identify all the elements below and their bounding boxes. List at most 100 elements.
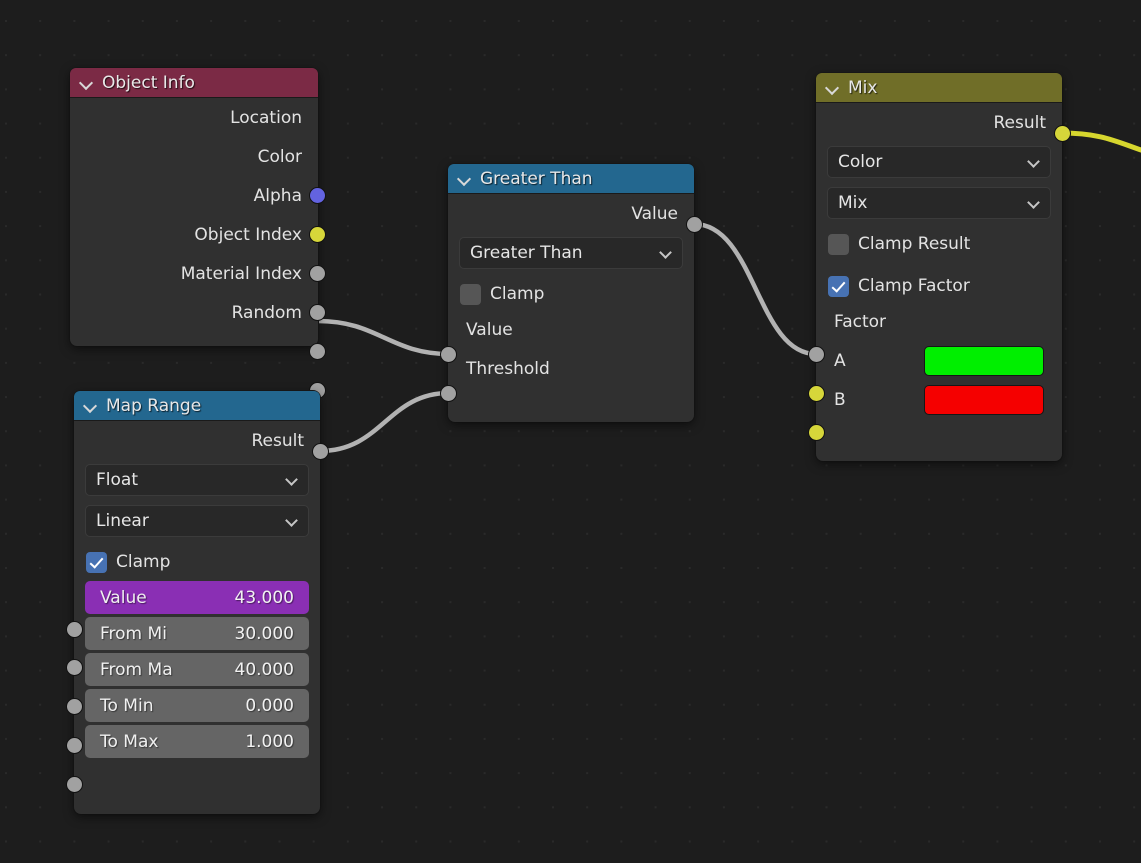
output-row-value[interactable]: Value — [448, 194, 694, 233]
socket-output-material-index[interactable] — [309, 343, 326, 360]
socket-output-color[interactable] — [309, 226, 326, 243]
socket-output-result[interactable] — [1054, 125, 1071, 142]
link-result-to-threshold — [317, 390, 452, 454]
socket-output-object-index[interactable] — [309, 304, 326, 321]
greater-than-clamp-row[interactable]: Clamp — [448, 278, 694, 310]
socket-input-a[interactable] — [808, 385, 825, 402]
field-label: To Max — [100, 731, 159, 752]
map-range-interpolation-dropdown[interactable]: Linear — [85, 505, 309, 537]
output-label: Value — [631, 203, 678, 224]
checkbox-label: Clamp Result — [858, 234, 971, 254]
input-label: Value — [466, 319, 513, 340]
field-number: 43.000 — [234, 587, 294, 608]
chevron-down-icon — [285, 516, 298, 526]
output-label: Color — [257, 146, 302, 167]
chevron-down-icon[interactable] — [458, 172, 471, 185]
checkbox-unchecked-icon[interactable] — [460, 283, 481, 305]
output-label: Object Index — [194, 224, 302, 245]
chevron-down-icon — [1027, 198, 1040, 208]
field-number: 30.000 — [234, 623, 294, 644]
map-range-clamp-row[interactable]: Clamp — [74, 546, 320, 578]
node-title: Greater Than — [480, 168, 593, 189]
node-greater-than[interactable]: Greater Than Value Greater Than Clamp Va… — [440, 164, 703, 422]
map-range-data-type-dropdown[interactable]: Float — [85, 464, 309, 496]
checkbox-checked-icon[interactable] — [828, 275, 849, 297]
output-label: Random — [231, 302, 302, 323]
input-row-threshold[interactable]: Threshold — [448, 349, 694, 388]
field-from-max[interactable]: From Ma 40.000 — [85, 653, 309, 686]
socket-input-from-max[interactable] — [66, 698, 83, 715]
output-row-random[interactable]: Random — [70, 293, 318, 332]
socket-input-value[interactable] — [66, 621, 83, 638]
checkbox-label: Clamp Factor — [858, 276, 970, 296]
field-number: 40.000 — [234, 659, 294, 680]
socket-output-location[interactable] — [309, 187, 326, 204]
socket-output-value[interactable] — [686, 216, 703, 233]
node-object-info[interactable]: Object Info Location Color Alpha Object … — [70, 68, 326, 399]
checkbox-label: Clamp — [116, 552, 171, 572]
input-row-a[interactable]: A — [816, 341, 1062, 380]
input-label: Factor — [834, 311, 887, 332]
output-label: Result — [251, 430, 304, 451]
dropdown-value: Color — [838, 152, 883, 172]
socket-input-threshold[interactable] — [440, 385, 457, 402]
socket-input-to-max[interactable] — [66, 776, 83, 793]
socket-input-factor[interactable] — [808, 346, 825, 363]
input-label: Threshold — [466, 358, 550, 379]
node-mix[interactable]: Mix Result Color Mix Clamp Result Clamp … — [808, 73, 1071, 461]
socket-input-value[interactable] — [440, 346, 457, 363]
input-row-b[interactable]: B — [816, 380, 1062, 419]
output-label: Alpha — [253, 185, 302, 206]
chevron-down-icon[interactable] — [84, 399, 97, 412]
output-row-material-index[interactable]: Material Index — [70, 254, 318, 293]
color-swatch-b[interactable] — [924, 384, 1044, 415]
node-map-range[interactable]: Map Range Result Float Linear Clamp Valu… — [66, 391, 329, 814]
socket-input-from-min[interactable] — [66, 659, 83, 676]
object-info-header[interactable]: Object Info — [70, 68, 318, 98]
chevron-down-icon — [659, 248, 672, 258]
object-info-body: Location Color Alpha Object Index Materi… — [70, 98, 318, 342]
output-row-alpha[interactable]: Alpha — [70, 176, 318, 215]
chevron-down-icon[interactable] — [80, 76, 93, 89]
output-row-location[interactable]: Location — [70, 98, 318, 137]
output-label: Location — [230, 107, 302, 128]
mix-clamp-result-row[interactable]: Clamp Result — [816, 228, 1062, 260]
dropdown-value: Mix — [838, 193, 868, 213]
input-row-factor[interactable]: Factor — [816, 302, 1062, 341]
output-row-result[interactable]: Result — [816, 103, 1062, 142]
field-label: Value — [100, 587, 147, 608]
mix-data-type-dropdown[interactable]: Color — [827, 146, 1051, 178]
checkbox-checked-icon[interactable] — [86, 551, 107, 573]
field-value[interactable]: Value 43.000 — [85, 581, 309, 614]
checkbox-unchecked-icon[interactable] — [828, 233, 849, 255]
color-swatch-a[interactable] — [924, 345, 1044, 376]
chevron-down-icon — [285, 475, 298, 485]
socket-input-b[interactable] — [808, 424, 825, 441]
output-row-color[interactable]: Color — [70, 137, 318, 176]
output-row-object-index[interactable]: Object Index — [70, 215, 318, 254]
mix-header[interactable]: Mix — [816, 73, 1062, 103]
field-label: To Min — [100, 695, 154, 716]
input-row-value[interactable]: Value — [448, 310, 694, 349]
greater-than-header[interactable]: Greater Than — [448, 164, 694, 194]
greater-than-operation-dropdown[interactable]: Greater Than — [459, 237, 683, 269]
mix-blend-mode-dropdown[interactable]: Mix — [827, 187, 1051, 219]
checkbox-label: Clamp — [490, 284, 545, 304]
dropdown-value: Float — [96, 470, 138, 490]
socket-output-alpha[interactable] — [309, 265, 326, 282]
socket-input-to-min[interactable] — [66, 737, 83, 754]
map-range-header[interactable]: Map Range — [74, 391, 320, 421]
output-row-result[interactable]: Result — [74, 421, 320, 460]
link-mix-result-out — [1058, 130, 1141, 153]
field-to-max[interactable]: To Max 1.000 — [85, 725, 309, 758]
link-random-to-value — [315, 318, 452, 357]
greater-than-body: Value Greater Than Clamp Value Threshold — [448, 194, 694, 398]
chevron-down-icon — [1027, 157, 1040, 167]
mix-clamp-factor-row[interactable]: Clamp Factor — [816, 270, 1062, 302]
chevron-down-icon[interactable] — [826, 81, 839, 94]
socket-output-result[interactable] — [312, 443, 329, 460]
node-editor-canvas[interactable]: Object Info Location Color Alpha Object … — [0, 0, 1141, 863]
node-title: Map Range — [106, 395, 202, 416]
field-from-min[interactable]: From Mi 30.000 — [85, 617, 309, 650]
field-to-min[interactable]: To Min 0.000 — [85, 689, 309, 722]
